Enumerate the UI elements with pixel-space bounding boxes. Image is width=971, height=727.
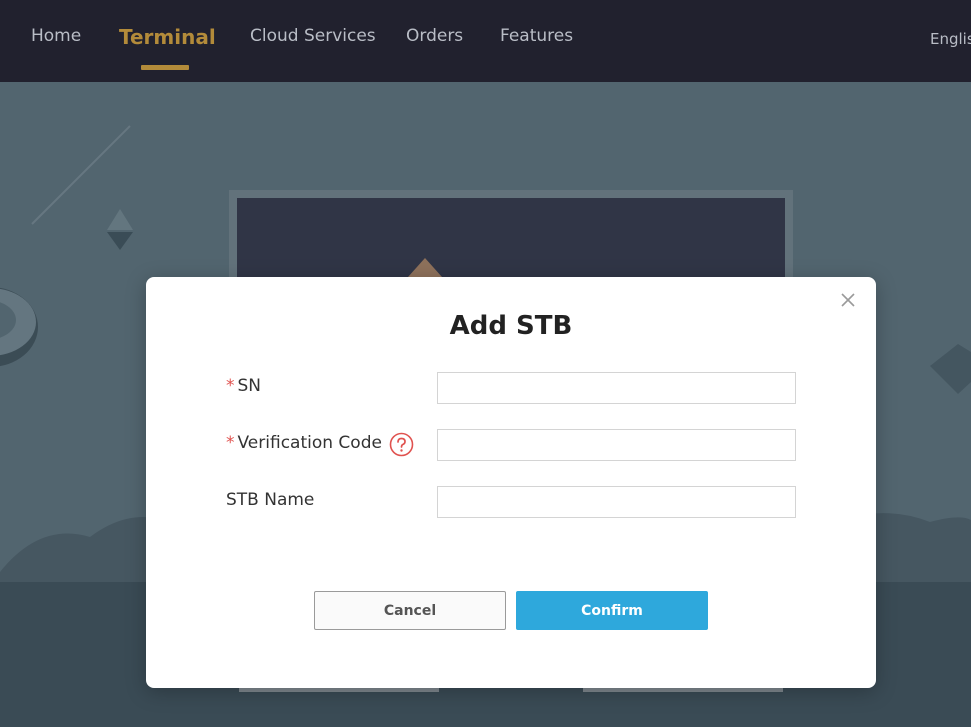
cancel-button[interactable]: Cancel — [314, 591, 506, 630]
required-mark: * — [226, 433, 235, 453]
verification-code-label: * Verification Code — [226, 433, 382, 453]
stb-name-label-text: STB Name — [226, 490, 315, 510]
close-icon[interactable] — [839, 291, 857, 309]
top-navigation-bar: Home Terminal Cloud Services Orders Feat… — [0, 0, 971, 82]
nav-item-features[interactable]: Features — [500, 26, 573, 46]
nav-item-orders[interactable]: Orders — [406, 26, 463, 46]
sn-label-text: SN — [237, 376, 262, 396]
nav-item-cloud-services[interactable]: Cloud Services — [250, 26, 376, 46]
language-selector[interactable]: Englis — [930, 30, 971, 48]
sn-input[interactable] — [437, 372, 796, 404]
question-circle-icon[interactable] — [389, 432, 414, 457]
add-stb-dialog: Add STB * SN * Verification Code STB Name … — [146, 277, 876, 688]
required-mark: * — [226, 376, 235, 396]
nav-item-terminal[interactable]: Terminal — [119, 25, 216, 49]
stb-name-input[interactable] — [437, 486, 796, 518]
confirm-button[interactable]: Confirm — [516, 591, 708, 630]
dialog-title: Add STB — [449, 311, 573, 341]
nav-item-home[interactable]: Home — [31, 26, 81, 46]
verification-code-input[interactable] — [437, 429, 796, 461]
active-tab-indicator — [141, 65, 189, 70]
verification-code-label-text: Verification Code — [237, 433, 382, 453]
sn-label: * SN — [226, 376, 261, 396]
stb-name-label: STB Name — [226, 490, 314, 510]
